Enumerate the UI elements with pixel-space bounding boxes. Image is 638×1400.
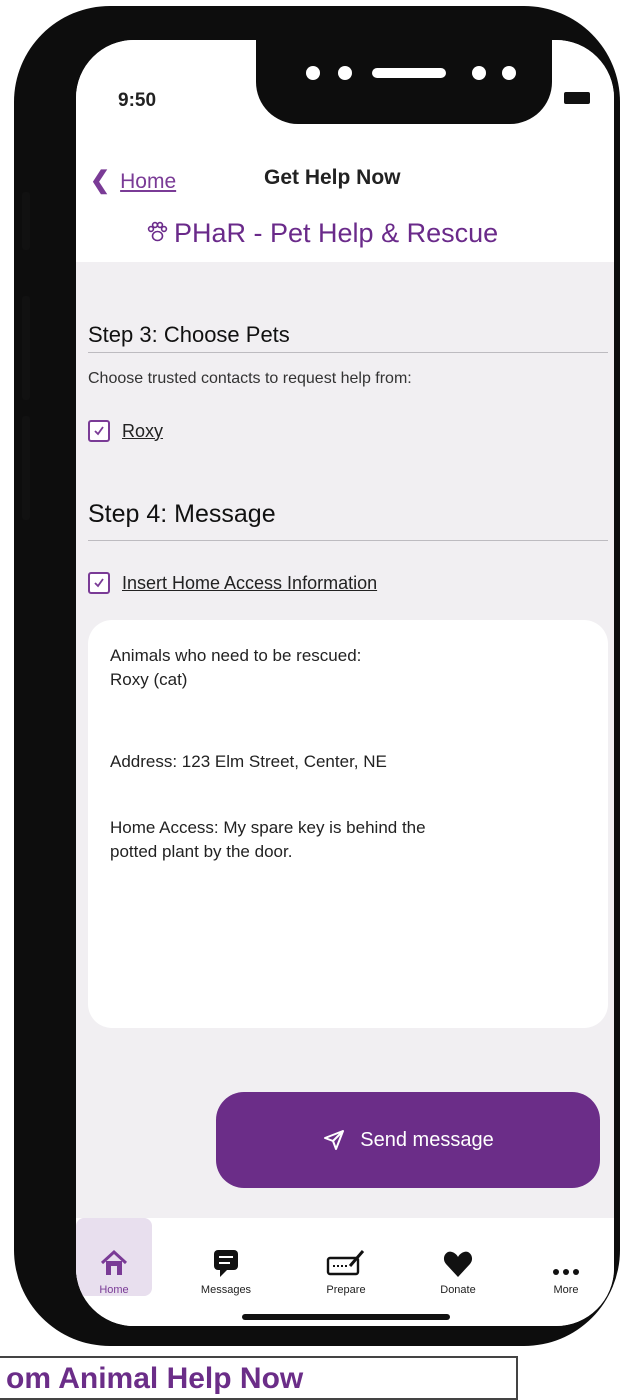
tab-label: Messages: [200, 1284, 252, 1296]
send-button-label: Send message: [360, 1128, 494, 1151]
phone-screen: 9:50 ❮ Home Get Help Now PHaR - Pet Help…: [76, 40, 614, 1326]
tab-label: More: [553, 1284, 579, 1296]
message-textarea[interactable]: Animals who need to be rescued: Roxy (ca…: [88, 620, 608, 1028]
check-icon: [94, 578, 104, 588]
status-time: 9:50: [118, 90, 157, 111]
battery-icon: [564, 92, 590, 104]
house-icon: [100, 1249, 128, 1275]
check-icon: [94, 426, 104, 436]
chat-bubble-icon: [214, 1250, 238, 1277]
tab-messages[interactable]: Messages: [188, 1218, 264, 1296]
volume-up-button: [22, 296, 30, 400]
tab-label: Home: [99, 1284, 129, 1296]
checkbox-checked[interactable]: [88, 572, 110, 594]
message-line: Animals who need to be rescued:: [110, 646, 362, 665]
brand-name: PHaR - Pet Help & Rescue: [174, 218, 499, 248]
mute-switch: [22, 192, 30, 250]
insert-home-access-label[interactable]: Insert Home Access Information: [122, 573, 377, 594]
paw-icon: [147, 221, 168, 242]
heart-icon: [443, 1251, 473, 1277]
caption-text: om Animal Help Now: [6, 1362, 304, 1395]
paper-plane-icon: [324, 1130, 345, 1150]
pet-roxy-checkbox-row[interactable]: Roxy: [88, 420, 163, 442]
send-message-button[interactable]: Send message: [216, 1092, 600, 1188]
tab-label: Prepare: [326, 1284, 366, 1296]
divider: [88, 352, 608, 353]
phone-frame: 9:50 ❮ Home Get Help Now PHaR - Pet Help…: [14, 6, 620, 1346]
ellipsis-icon: [553, 1269, 579, 1275]
home-indicator: [242, 1314, 450, 1320]
caption-banner: om Animal Help Now: [0, 1356, 518, 1400]
insert-home-access-row[interactable]: Insert Home Access Information: [88, 572, 377, 594]
tab-home[interactable]: Home: [76, 1218, 152, 1296]
back-home-link[interactable]: ❮ Home: [90, 166, 176, 195]
bottom-tab-bar: Home Messages Prepare Donate More: [76, 1218, 614, 1326]
tab-donate[interactable]: Donate: [420, 1218, 496, 1296]
divider: [88, 540, 608, 541]
tab-more[interactable]: More: [528, 1218, 604, 1296]
tab-label: Donate: [440, 1284, 476, 1296]
message-line: Roxy (cat): [110, 670, 188, 689]
message-line: Address: 123 Elm Street, Center, NE: [110, 752, 387, 771]
message-line: Home Access: My spare key is behind the: [110, 818, 426, 837]
volume-down-button: [22, 416, 30, 520]
step4-title: Step 4: Message: [88, 500, 276, 528]
step3-title: Step 3: Choose Pets: [88, 322, 290, 347]
brand-title: PHaR - Pet Help & Rescue: [146, 218, 498, 249]
keyboard-pencil-icon: [326, 1250, 365, 1276]
step3-helper-text: Choose trusted contacts to request help …: [88, 370, 412, 387]
checkbox-checked[interactable]: [88, 420, 110, 442]
page-title: Get Help Now: [264, 166, 401, 189]
camera-notch: [256, 40, 552, 124]
pet-name[interactable]: Roxy: [122, 421, 163, 442]
back-label: Home: [120, 170, 177, 193]
message-line: potted plant by the door.: [110, 842, 293, 861]
tab-prepare[interactable]: Prepare: [308, 1218, 384, 1296]
chevron-left-icon: ❮: [90, 167, 111, 194]
